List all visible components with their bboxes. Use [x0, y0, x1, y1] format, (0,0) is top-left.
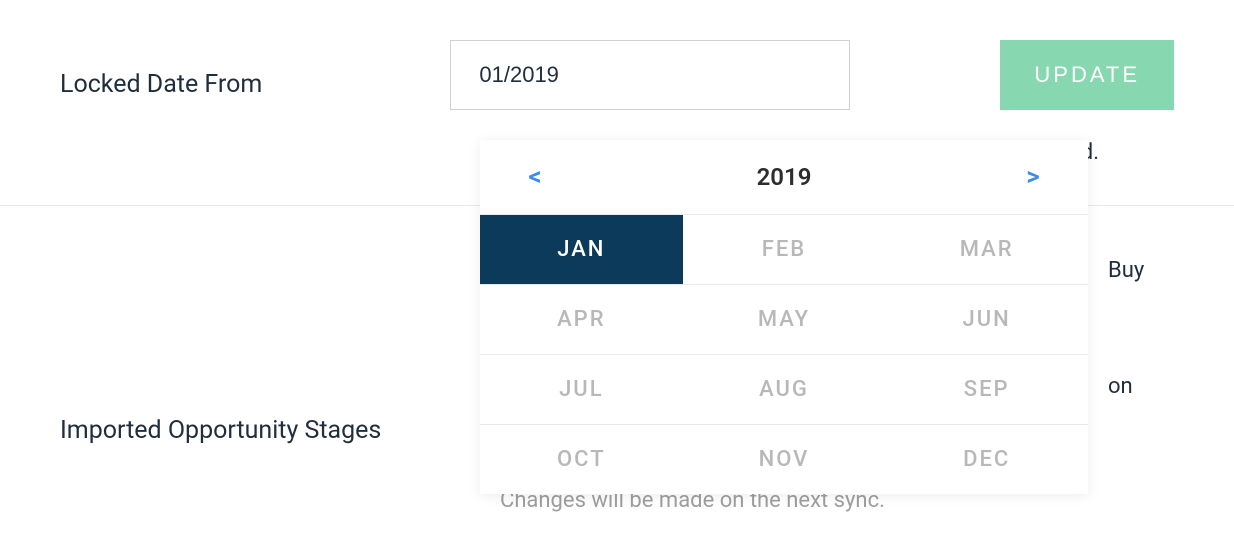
month-dec[interactable]: DEC [885, 424, 1088, 494]
month-jun[interactable]: JUN [885, 284, 1088, 354]
prev-year-button[interactable]: < [520, 162, 550, 192]
month-picker-header: < 2019 > [480, 140, 1088, 214]
month-oct[interactable]: OCT [480, 424, 683, 494]
month-picker-popup: < 2019 > JAN FEB MAR APR MAY JUN JUL AUG… [480, 140, 1088, 494]
month-nov[interactable]: NOV [683, 424, 886, 494]
month-apr[interactable]: APR [480, 284, 683, 354]
locked-date-label: Locked Date From [60, 40, 450, 99]
stage-text: on [1108, 374, 1133, 399]
imported-stages-label: Imported Opportunity Stages [60, 246, 500, 445]
month-grid: JAN FEB MAR APR MAY JUN JUL AUG SEP OCT … [480, 214, 1088, 494]
month-jul[interactable]: JUL [480, 354, 683, 424]
update-button[interactable]: UPDATE [1000, 40, 1174, 110]
locked-date-input[interactable] [450, 40, 850, 110]
picker-year-label: 2019 [757, 163, 812, 191]
month-may[interactable]: MAY [683, 284, 886, 354]
stage-text: Buy [1108, 258, 1144, 283]
month-jan[interactable]: JAN [480, 214, 683, 284]
month-feb[interactable]: FEB [683, 214, 886, 284]
month-mar[interactable]: MAR [885, 214, 1088, 284]
month-aug[interactable]: AUG [683, 354, 886, 424]
next-year-button[interactable]: > [1018, 162, 1048, 192]
month-sep[interactable]: SEP [885, 354, 1088, 424]
